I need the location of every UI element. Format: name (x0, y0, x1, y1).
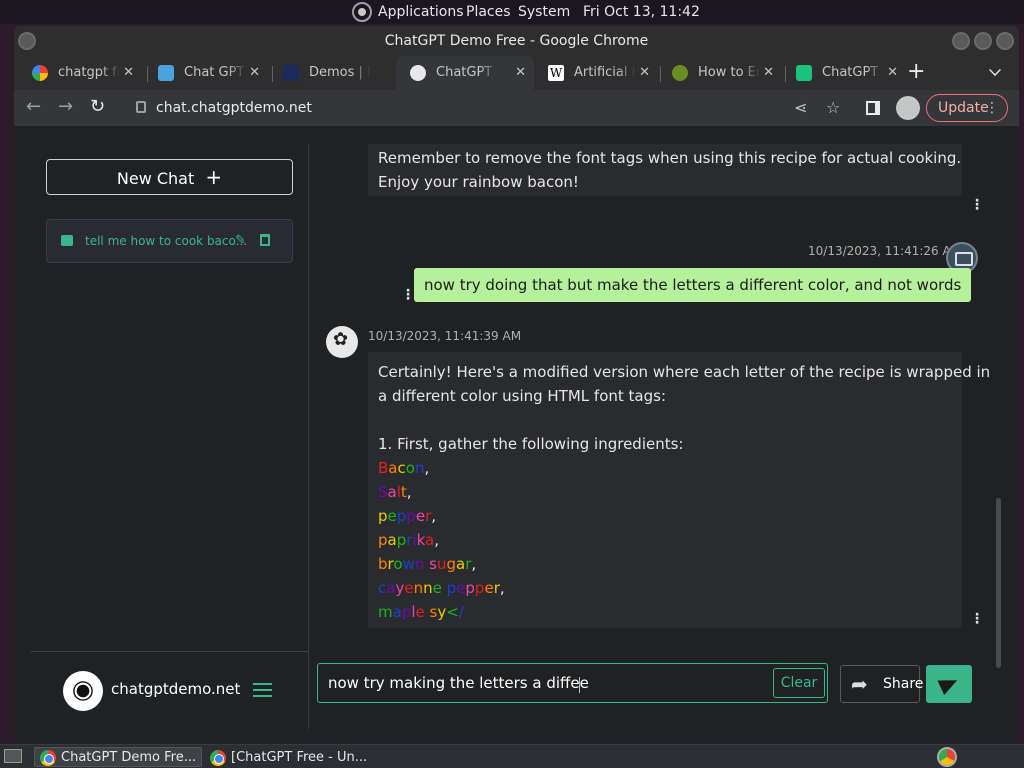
share-page-icon[interactable]: ⋖ (794, 98, 807, 117)
chat-scrollbar[interactable] (996, 498, 1001, 668)
window-title: ChatGPT Demo Free - Google Chrome (384, 33, 649, 49)
sidebar: New Chat + tell me how to cook baco... ✎… (30, 144, 309, 729)
google-icon (32, 65, 48, 81)
message-menu-icon[interactable]: ⋮ (401, 288, 415, 302)
wikipedia-icon: W (548, 65, 564, 81)
text-cursor-icon (579, 677, 580, 693)
bookmark-star-icon[interactable]: ☆ (826, 98, 840, 117)
tab-chatgpt-demo-active[interactable]: ChatGPT D ✕ (396, 56, 534, 90)
maximize-icon[interactable] (974, 32, 992, 50)
colored-ingredient: paprika, (378, 531, 440, 549)
colored-ingredient: brown sugar, (378, 555, 477, 573)
trash-icon[interactable] (260, 234, 270, 246)
forward-icon[interactable]: → (58, 96, 73, 117)
browser-window: ChatGPT Demo Free - Google Chrome chatgp… (14, 26, 1019, 744)
back-icon[interactable]: ← (26, 96, 41, 117)
browser-toolbar: ← → ↻ chat.chatgptdemo.net ⋖ ☆ Update ⋮ (14, 90, 1019, 126)
system-menu[interactable]: System (518, 4, 570, 20)
site-logo-icon[interactable] (63, 671, 103, 711)
update-button[interactable]: Update ⋮ (926, 94, 1008, 122)
tab-close-icon[interactable]: ✕ (887, 56, 898, 90)
colored-ingredient: maple sy</ (378, 603, 464, 621)
openai-icon (796, 65, 812, 81)
tab-strip: chatgpt free ✕ Chat GPT C ✕ Demos | In C… (14, 56, 1019, 90)
new-chat-button[interactable]: New Chat + (46, 159, 293, 195)
taskbar-item-chatgpt-free[interactable]: [ChatGPT Free - Un... (204, 747, 372, 767)
places-menu[interactable]: Places (466, 4, 511, 20)
show-desktop-icon[interactable] (4, 749, 22, 763)
user-timestamp: 10/13/2023, 11:41:26 AM (808, 244, 962, 258)
url-text: chat.chatgptdemo.net (156, 100, 312, 116)
chevron-down-icon[interactable] (989, 64, 1001, 76)
demos-icon (283, 65, 299, 81)
chat-area: Remember to remove the font tags when us… (310, 144, 999, 639)
sidebar-footer: chatgptdemo.net (30, 651, 308, 729)
tab-chatgpt-f[interactable]: ChatGPT F ✕ (782, 56, 906, 90)
chrome-icon (40, 750, 56, 766)
conversation-item[interactable]: tell me how to cook baco... ✎ (46, 219, 293, 263)
applications-menu[interactable]: Applications (378, 4, 464, 20)
tab-close-icon[interactable]: ✕ (639, 56, 650, 90)
colored-ingredient: Salt, (378, 483, 412, 501)
howto-icon (672, 65, 688, 81)
lock-icon[interactable] (136, 101, 146, 113)
message-menu-icon[interactable]: ⋮ (970, 198, 984, 212)
tab-how-to[interactable]: How to En ✕ (658, 56, 782, 90)
hamburger-menu-icon[interactable] (253, 683, 272, 697)
profile-avatar-icon[interactable] (896, 96, 920, 120)
tab-close-icon[interactable]: ✕ (249, 56, 260, 90)
send-icon (937, 672, 961, 696)
message-menu-icon[interactable]: ⋮ (970, 612, 984, 626)
colored-ingredient: pepper, (378, 507, 437, 525)
tab-demos[interactable]: Demos | In (269, 56, 393, 90)
clock[interactable]: Fri Oct 13, 11:42 (583, 4, 700, 20)
window-menu-icon[interactable] (18, 32, 36, 50)
message-input[interactable]: now try making the letters a diffee (317, 663, 828, 703)
tab-close-icon[interactable]: ✕ (123, 56, 134, 90)
colored-ingredient: cayenne pepper, (378, 579, 505, 597)
chrome-icon (210, 750, 226, 766)
tab-chatgpt-free[interactable]: chatgpt free ✕ (18, 56, 142, 90)
edit-icon[interactable]: ✎ (235, 220, 246, 262)
tab-artificial[interactable]: W Artificial in ✕ (534, 56, 658, 90)
minimize-icon[interactable] (952, 32, 970, 50)
ai-message-prev: Remember to remove the font tags when us… (368, 144, 962, 196)
site-name[interactable]: chatgptdemo.net (111, 680, 240, 698)
message-icon (61, 235, 73, 246)
taskbar-item-chatgpt-demo[interactable]: ChatGPT Demo Fre... (34, 747, 202, 767)
reload-icon[interactable]: ↻ (90, 96, 105, 117)
conversation-title: tell me how to cook baco... (85, 234, 248, 248)
ai-message: Certainly! Here's a modified version whe… (368, 352, 990, 628)
send-button[interactable] (926, 665, 972, 703)
plus-icon: + (205, 165, 223, 189)
new-tab-icon[interactable]: + (907, 59, 925, 84)
clear-button[interactable]: Clear (773, 668, 825, 698)
tab-close-icon[interactable]: ✕ (515, 56, 526, 90)
page-content: New Chat + tell me how to cook baco... ✎… (14, 126, 1019, 744)
chatgpt-avatar-icon (326, 326, 358, 358)
user-message: now try doing that but make the letters … (414, 268, 972, 302)
side-panel-icon[interactable] (866, 101, 880, 115)
chatgpt-demo-icon (410, 65, 426, 81)
chat-icon (158, 65, 174, 81)
top-panel: Applications Places System Fri Oct 13, 1… (0, 0, 1024, 24)
colored-ingredient: Bacon, (378, 459, 430, 477)
window-titlebar[interactable]: ChatGPT Demo Free - Google Chrome (14, 26, 1019, 56)
gnome-foot-icon[interactable] (352, 2, 372, 22)
close-window-icon[interactable] (996, 32, 1014, 50)
share-button[interactable]: ➦ Share (840, 665, 923, 703)
more-vert-icon[interactable]: ⋮ (985, 95, 999, 121)
chrome-tray-icon[interactable] (937, 747, 957, 767)
share-arrow-icon: ➦ (851, 672, 868, 696)
taskbar: ChatGPT Demo Fre... [ChatGPT Free - Un..… (0, 744, 1024, 768)
ai-timestamp: 10/13/2023, 11:41:39 AM (368, 329, 522, 343)
tab-close-icon[interactable]: ✕ (763, 56, 774, 90)
tab-chat-gpt[interactable]: Chat GPT C ✕ (144, 56, 268, 90)
